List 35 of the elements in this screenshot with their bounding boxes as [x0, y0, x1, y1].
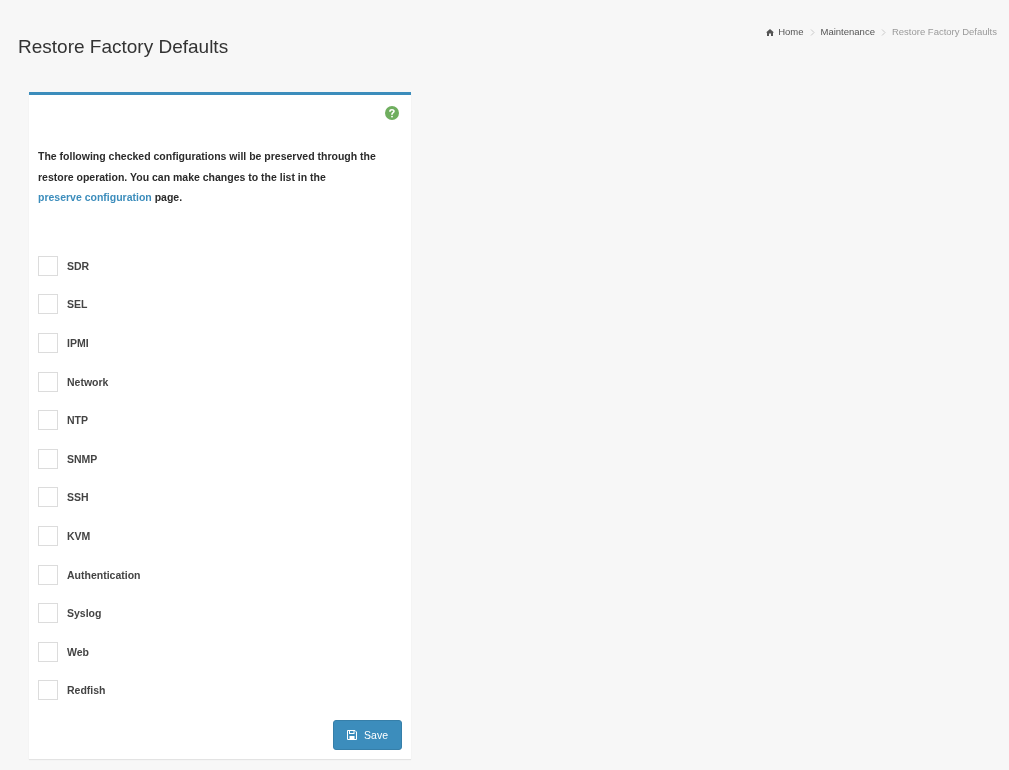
checkbox[interactable] — [38, 525, 58, 546]
checkbox[interactable] — [38, 680, 58, 701]
checkbox-label: SSH — [67, 491, 89, 504]
checkbox[interactable] — [38, 410, 58, 431]
checkbox[interactable] — [38, 487, 58, 508]
checkbox[interactable] — [38, 294, 58, 315]
checkbox-label: NTP — [67, 414, 88, 427]
checkbox[interactable] — [38, 448, 58, 469]
breadcrumb-link[interactable]: Maintenance — [820, 26, 875, 38]
breadcrumb-link[interactable]: Home — [766, 26, 804, 38]
checkbox[interactable] — [38, 564, 58, 585]
breadcrumb-link[interactable]: Restore Factory Defaults — [891, 26, 997, 38]
checkbox-label: Syslog — [67, 607, 102, 620]
checkbox[interactable] — [38, 333, 58, 353]
checkbox-label: KVM — [67, 529, 91, 542]
chevron-icon — [880, 28, 886, 36]
save-button[interactable]: Save — [333, 719, 402, 750]
description-text: The following checked configurations will be preserved through the restore operation. You can make changes to the list in the preserve configuration page. — [38, 149, 377, 205]
home-icon — [766, 28, 775, 36]
checkbox-label: Authentication — [67, 568, 141, 581]
checkbox-label: Network — [67, 375, 109, 388]
preserve-configuration-link[interactable]: preserve configuration — [38, 191, 152, 203]
checkbox[interactable] — [38, 641, 58, 662]
checkbox-label: Redfish — [67, 684, 106, 697]
chevron-icon — [809, 28, 815, 36]
checkbox[interactable] — [38, 255, 58, 276]
checkbox-label: IPMI — [67, 337, 89, 349]
checkbox[interactable] — [38, 603, 58, 624]
help-icon[interactable] — [385, 106, 399, 120]
checkbox[interactable] — [38, 371, 58, 392]
checkbox-label: SNMP — [67, 452, 98, 465]
checkbox-label: Web — [67, 645, 89, 658]
checkbox-label: SEL — [67, 298, 88, 311]
page-title: Restore Factory Defaults — [18, 36, 229, 58]
checkbox-label: SDR — [67, 259, 90, 272]
